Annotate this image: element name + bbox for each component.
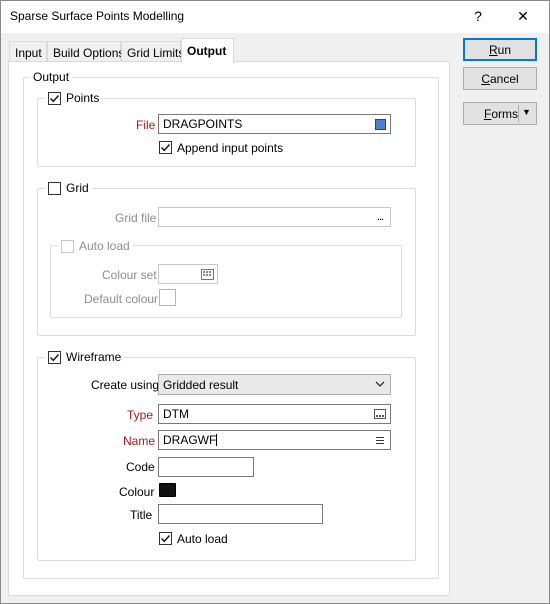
default-colour-swatch[interactable] (159, 289, 176, 306)
close-icon: ✕ (517, 7, 529, 24)
file-browse-button[interactable] (370, 115, 390, 133)
tab-grid-limits-label: Grid Limits (127, 46, 185, 60)
colour-set-icon (200, 268, 214, 280)
wireframe-group-header: Wireframe (45, 350, 125, 364)
wireframe-autoload-label: Auto load (177, 532, 228, 546)
colour-set-label: Colour set (102, 268, 157, 282)
wireframe-label: Wireframe (66, 350, 122, 364)
grid-checkbox[interactable] (48, 181, 61, 195)
checkmark-icon (50, 353, 60, 361)
chevron-down-icon[interactable]: ▼ (522, 107, 531, 117)
grid-file-browse-button[interactable]: ... (370, 208, 390, 226)
grid-label: Grid (66, 181, 89, 195)
create-using-label: Create using (91, 378, 160, 392)
grid-file-label: Grid file (115, 211, 157, 225)
output-tab-panel: Output Points File DRAGPOINTS Append inp… (8, 61, 450, 596)
help-icon: ? (474, 8, 482, 24)
type-input[interactable]: DTM (158, 404, 391, 424)
create-using-select[interactable]: Gridded result (158, 374, 391, 395)
code-input[interactable] (158, 457, 254, 477)
title-label: Title (130, 508, 153, 522)
tab-output-label: Output (187, 44, 227, 58)
file-type-icon (374, 118, 386, 130)
name-input[interactable]: DRAGWF (158, 430, 391, 450)
run-button[interactable]: Run (463, 38, 537, 61)
list-icon (376, 436, 384, 444)
points-label: Points (66, 91, 100, 105)
append-input-points-checkbox[interactable] (159, 141, 172, 154)
colour-set-picker-button[interactable] (197, 265, 217, 283)
type-picker-icon (374, 409, 386, 419)
tab-grid-limits[interactable]: Grid Limits (121, 41, 185, 62)
ellipsis-icon: ... (376, 211, 384, 223)
checkmark-icon (161, 535, 171, 543)
cancel-button-label: Cancel (481, 71, 519, 86)
title-input[interactable] (158, 504, 323, 524)
file-label: File (136, 118, 156, 132)
code-label: Code (126, 460, 155, 474)
grid-autoload-label: Auto load (79, 239, 130, 253)
tab-output[interactable]: Output (181, 38, 234, 63)
create-using-value: Gridded result (163, 378, 239, 392)
forms-button[interactable]: Forms ▼ (463, 102, 537, 125)
wireframe-colour-swatch[interactable] (159, 483, 176, 497)
wireframe-checkbox[interactable] (48, 350, 61, 364)
tab-input-label: Input (15, 46, 42, 60)
tab-input[interactable]: Input (9, 41, 47, 62)
checkmark-icon (50, 94, 60, 102)
close-button[interactable]: ✕ (501, 1, 545, 31)
default-colour-label: Default colour (84, 292, 159, 306)
name-input-value: DRAGWF (163, 433, 217, 447)
append-input-points-label: Append input points (177, 141, 284, 155)
points-checkbox[interactable] (48, 91, 61, 105)
type-label: Type (127, 408, 154, 422)
title-bar: Sparse Surface Points Modelling ? ✕ (1, 1, 549, 33)
points-group-header: Points (45, 91, 103, 105)
file-input-value: DRAGPOINTS (163, 117, 243, 131)
grid-group-header: Grid (45, 181, 92, 195)
grid-autoload-checkbox[interactable] (61, 239, 74, 253)
forms-split-divider (518, 105, 519, 122)
grid-file-input[interactable]: ... (158, 207, 391, 227)
name-label: Name (123, 434, 156, 448)
colour-label: Colour (119, 485, 155, 499)
type-picker-button[interactable] (370, 405, 390, 423)
forms-button-label: Forms (484, 106, 519, 121)
output-group-legend: Output (30, 70, 73, 84)
tab-build-options-label: Build Options (53, 46, 125, 60)
wireframe-autoload-checkbox[interactable] (159, 532, 172, 545)
checkmark-icon (161, 144, 171, 152)
cancel-button[interactable]: Cancel (463, 67, 537, 90)
run-button-label: Run (488, 42, 512, 57)
tab-build-options[interactable]: Build Options (47, 41, 125, 62)
text-cursor (216, 434, 218, 446)
window-title: Sparse Surface Points Modelling (10, 9, 185, 23)
dialog-window: Sparse Surface Points Modelling ? ✕ Inpu… (0, 0, 550, 604)
name-list-button[interactable] (370, 431, 390, 449)
file-input[interactable]: DRAGPOINTS (158, 114, 391, 134)
type-input-value: DTM (163, 407, 189, 421)
help-button[interactable]: ? (456, 1, 500, 31)
grid-autoload-header: Auto load (58, 239, 133, 253)
chevron-down-icon (375, 381, 385, 387)
colour-set-input[interactable] (158, 264, 218, 284)
